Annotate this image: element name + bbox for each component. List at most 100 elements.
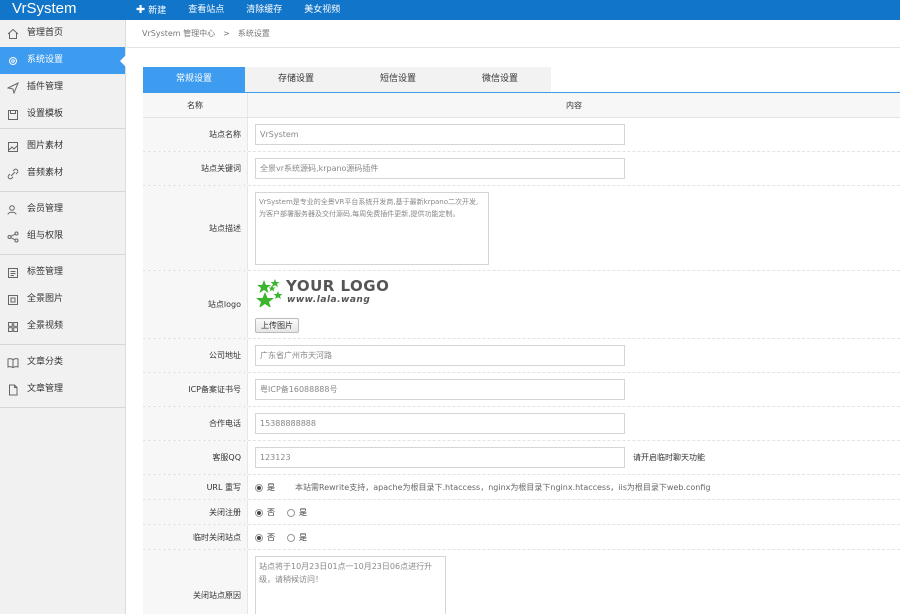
sidebar-group-users: 会员管理 组与权限 (0, 196, 125, 255)
panorama-icon (7, 294, 19, 306)
new-label: 新建 (148, 6, 167, 16)
sidebar-item-label: 全景图片 (27, 294, 64, 304)
sidebar-item-label: 会员管理 (27, 204, 64, 214)
breadcrumb-current: 系统设置 (237, 29, 270, 38)
tab-general[interactable]: 常规设置 (143, 67, 245, 92)
sidebar-item-templates[interactable]: 设置模板 (0, 101, 125, 128)
breadcrumb: VrSystem 管理中心 > 系统设置 (127, 20, 900, 48)
table-header: 名称 内容 (143, 93, 900, 118)
sidebar-item-articles[interactable]: 文章管理 (0, 376, 125, 403)
radio-checked-icon (255, 533, 263, 542)
close-register-no-radio[interactable]: 否 (255, 507, 275, 518)
rewrite-yes-label: 是 (267, 483, 275, 492)
row-icp: ICP备案证书号 粤ICP备16088888号 (143, 373, 900, 407)
settings-form: 名称 内容 站点名称 VrSystem 站点关键词 全景vr系统源码,krpan… (143, 93, 900, 614)
site-logo-image: YOUR LOGO www.lala.wang (255, 277, 405, 308)
sidebar-item-label: 标签管理 (27, 267, 64, 277)
keywords-input[interactable]: 全景vr系统源码,krpano源码插件 (255, 158, 625, 179)
description-textarea[interactable]: VrSystem是专业的全景VR平台系统开发商,基于最新krpano二次开发,为… (255, 192, 489, 265)
upload-image-button[interactable]: 上传图片 (255, 318, 299, 333)
sidebar-item-system-settings[interactable]: 系统设置 (0, 47, 126, 74)
site-name-input[interactable]: VrSystem (255, 124, 625, 145)
radio-unchecked-icon (287, 508, 295, 517)
sidebar-item-tags[interactable]: 标签管理 (0, 259, 125, 286)
sidebar-group-content: 标签管理 全景图片 全景视频 (0, 259, 125, 345)
plus-icon: ✚ (136, 3, 146, 16)
close-register-yes-radio[interactable]: 是 (287, 507, 307, 518)
row-close-register: 关闭注册 否 是 (143, 500, 900, 525)
close-site-no-radio[interactable]: 否 (255, 532, 275, 543)
close-register-options: 否 是 (255, 507, 319, 518)
save-icon (7, 109, 19, 121)
document-icon (7, 384, 19, 396)
top-bar: VrSystem ✚ 新建 查看站点 清除缓存 美女视频 (0, 0, 900, 20)
sidebar-item-groups[interactable]: 组与权限 (0, 223, 125, 250)
logo-url: www.lala.wang (287, 295, 371, 305)
link-icon (7, 168, 19, 180)
tab-storage[interactable]: 存储设置 (245, 67, 347, 92)
close-site-label: 临时关闭站点 (143, 525, 248, 549)
row-address: 公司地址 广东省广州市天河路 (143, 339, 900, 373)
gear-icon (7, 55, 19, 67)
logo-label: 站点logo (143, 271, 248, 338)
row-site-name: 站点名称 VrSystem (143, 118, 900, 152)
row-close-reason: 关闭站点原因 站点将于10月23日01点一10月23日06点进行升级，请稍候访问… (143, 550, 900, 614)
clear-cache-link[interactable]: 清除缓存 (246, 0, 282, 20)
sidebar-item-label: 图片素材 (27, 141, 64, 151)
sidebar-item-label: 管理首页 (27, 28, 64, 38)
description-label: 站点描述 (143, 186, 248, 270)
settings-tabs: 常规设置 存储设置 短信设置 微信设置 (143, 67, 900, 93)
close-site-no-label: 否 (267, 533, 275, 542)
phone-label: 合作电话 (143, 407, 248, 440)
sidebar-item-label: 系统设置 (27, 55, 64, 65)
row-phone: 合作电话 15388888888 (143, 407, 900, 441)
sidebar-item-audio[interactable]: 音频素材 (0, 160, 125, 187)
top-nav: ✚ 新建 查看站点 清除缓存 美女视频 (136, 0, 362, 20)
rewrite-label: URL 重写 (143, 475, 248, 499)
sidebar-item-images[interactable]: 图片素材 (0, 133, 125, 160)
close-reason-textarea[interactable]: 站点将于10月23日01点一10月23日06点进行升级，请稍候访问！ (255, 556, 446, 614)
rewrite-yes-radio[interactable]: 是 (255, 482, 275, 493)
phone-input[interactable]: 15388888888 (255, 413, 625, 434)
tab-sms[interactable]: 短信设置 (347, 67, 449, 92)
grid-icon (7, 321, 19, 333)
sidebar-item-label: 文章管理 (27, 384, 64, 394)
video-link[interactable]: 美女视频 (304, 0, 340, 20)
sidebar-item-panoramas[interactable]: 全景图片 (0, 286, 125, 313)
sidebar-group-articles: 文章分类 文章管理 (0, 349, 125, 408)
breadcrumb-separator: > (223, 29, 230, 38)
rewrite-options: 是 本站需Rewrite支持，apache为根目录下.htaccess，ngin… (255, 482, 710, 493)
home-icon (7, 28, 19, 40)
address-input[interactable]: 广东省广州市天河路 (255, 345, 625, 366)
sidebar-item-videos[interactable]: 全景视频 (0, 313, 125, 340)
sidebar-item-label: 全景视频 (27, 321, 64, 331)
new-button[interactable]: ✚ 新建 (136, 0, 166, 20)
sidebar-item-members[interactable]: 会员管理 (0, 196, 125, 223)
close-site-yes-radio[interactable]: 是 (287, 532, 307, 543)
breadcrumb-root[interactable]: VrSystem 管理中心 (142, 29, 215, 38)
site-name-label: 站点名称 (143, 118, 248, 151)
sidebar-item-label: 插件管理 (27, 82, 64, 92)
icp-input[interactable]: 粤ICP备16088888号 (255, 379, 625, 400)
view-site-link[interactable]: 查看站点 (188, 0, 224, 20)
radio-checked-icon (255, 508, 263, 517)
col-name-header: 名称 (143, 93, 248, 117)
qq-input[interactable]: 123123 (255, 447, 625, 468)
close-register-label: 关闭注册 (143, 500, 248, 524)
qq-label: 客服QQ (143, 441, 248, 474)
sidebar-item-article-categories[interactable]: 文章分类 (0, 349, 125, 376)
radio-checked-icon (255, 483, 263, 492)
sidebar-item-plugins[interactable]: 插件管理 (0, 74, 125, 101)
row-close-site: 临时关闭站点 否 是 (143, 525, 900, 550)
list-icon (7, 267, 19, 279)
close-register-yes-label: 是 (299, 508, 307, 517)
row-keywords: 站点关键词 全景vr系统源码,krpano源码插件 (143, 152, 900, 186)
row-rewrite: URL 重写 是 本站需Rewrite支持，apache为根目录下.htacce… (143, 475, 900, 500)
close-site-yes-label: 是 (299, 533, 307, 542)
icp-label: ICP备案证书号 (143, 373, 248, 406)
brand-logo[interactable]: VrSystem (0, 0, 126, 20)
tab-wechat[interactable]: 微信设置 (449, 67, 551, 92)
users-icon (7, 204, 19, 216)
sidebar-item-home[interactable]: 管理首页 (0, 20, 125, 47)
image-icon (7, 141, 19, 153)
